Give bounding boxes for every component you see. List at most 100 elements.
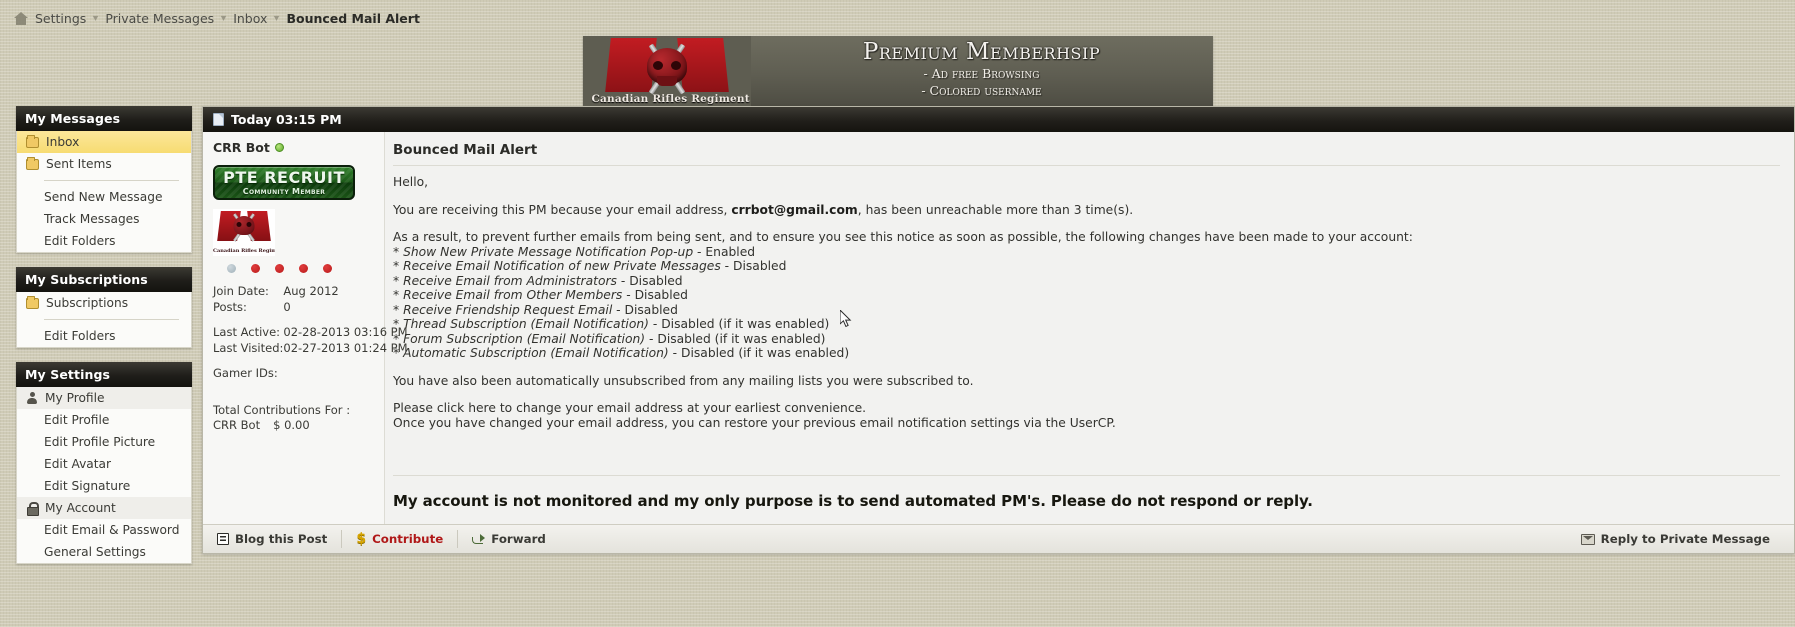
reputation-dot [227, 264, 236, 273]
para1-post: , has been unreachable more than 3 time(… [857, 202, 1134, 217]
sidebar-item-edit-profile-picture[interactable]: Edit Profile Picture [17, 431, 191, 453]
home-icon[interactable] [14, 11, 28, 25]
author-name-row: CRR Bot [213, 140, 374, 155]
message-body-area: CRR Bot PTE RECRUIT Community Member Can… [203, 132, 1794, 524]
contributions-amount: $ 0.00 [273, 418, 310, 432]
setting-item: * Receive Email from Other Members - Dis… [393, 288, 688, 302]
breadcrumb-separator: ▾ [274, 12, 280, 24]
sidebar-block-title: My Subscriptions [16, 267, 192, 292]
author-panel: CRR Bot PTE RECRUIT Community Member Can… [203, 132, 408, 524]
setting-item: * Thread Subscription (Email Notificatio… [393, 317, 830, 331]
setting-name: Thread Subscription (Email Notification) [403, 317, 649, 331]
sidebar-item-label: Edit Profile Picture [44, 435, 156, 449]
stat-row: Last Visited: 02-27-2013 01:24 PM [213, 340, 408, 356]
setting-name: Receive Email from Administrators [403, 273, 617, 288]
sidebar-block-title: My Settings [16, 362, 192, 387]
divider [44, 180, 179, 181]
reputation-dot [251, 264, 260, 273]
rank-badge: PTE RECRUIT Community Member [213, 165, 355, 200]
author-stats-table: Join Date: Aug 2012 Posts: 0 Last Active… [213, 283, 408, 381]
sidebar-item-label: Track Messages [44, 212, 140, 226]
sidebar-item-edit-signature[interactable]: Edit Signature [17, 475, 191, 497]
sidebar-item-edit-profile[interactable]: Edit Profile [17, 409, 191, 431]
setting-name: Receive Email Notification of new Privat… [403, 259, 721, 273]
stat-key: Last Visited: [213, 341, 284, 355]
premium-membership-banner[interactable]: Canadian Rifles Regiment Premium Memberh… [582, 36, 1213, 106]
banner-title: Premium Memberhsip [862, 39, 1101, 66]
sidebar: My Messages Inbox Sent Items Send New Me… [16, 106, 192, 578]
breadcrumb-item-private-messages[interactable]: Private Messages [105, 11, 214, 26]
blog-this-post-label: Blog this Post [235, 532, 328, 546]
sidebar-item-inbox[interactable]: Inbox [17, 131, 191, 153]
breadcrumb: Settings ▾ Private Messages ▾ Inbox ▾ Bo… [0, 0, 1795, 36]
reputation-dot [299, 264, 308, 273]
message-paragraph-1: You are receiving this PM because your e… [393, 203, 1780, 218]
sidebar-item-label: Edit Avatar [44, 457, 112, 471]
sidebar-item-label: Edit Signature [44, 479, 131, 493]
sidebar-item-edit-folders-messages[interactable]: Edit Folders [17, 230, 191, 252]
banner-logo-text: Canadian Rifles Regiment [591, 93, 750, 105]
sidebar-item-sent-items[interactable]: Sent Items [17, 153, 191, 175]
message-content: Today 03:15 PM CRR Bot PTE RECRUIT Commu… [202, 106, 1795, 554]
sidebar-item-label: My Account [45, 501, 116, 515]
stat-row: Posts: 0 [213, 299, 408, 315]
setting-item: * Receive Email from Administrators - Di… [393, 273, 683, 288]
banner-text-block: Premium Memberhsip - Ad free Browsing - … [751, 36, 1213, 106]
sidebar-block-title: My Messages [16, 106, 192, 131]
stat-key: Join Date: [213, 284, 269, 298]
setting-value: - Disabled (if it was enabled) [668, 346, 850, 360]
sidebar-item-label: General Settings [44, 545, 146, 559]
avatar[interactable]: Canadian Rifles Regiment [213, 209, 275, 256]
forward-button[interactable]: Forward [458, 530, 560, 548]
setting-value: - Disabled [720, 259, 787, 273]
sidebar-item-general-settings[interactable]: General Settings [17, 541, 191, 563]
contribute-label: Contribute [372, 532, 444, 546]
sidebar-item-edit-avatar[interactable]: Edit Avatar [17, 453, 191, 475]
sidebar-item-my-account[interactable]: My Account [17, 497, 191, 519]
sidebar-item-label: Send New Message [44, 190, 163, 204]
sidebar-item-track-messages[interactable]: Track Messages [17, 208, 191, 230]
message-signature: My account is not monitored and my only … [393, 492, 1313, 510]
message-paragraph-4: Please click here to change your email a… [393, 401, 1780, 430]
sidebar-item-my-profile[interactable]: My Profile [17, 387, 191, 409]
sidebar-item-send-new-message[interactable]: Send New Message [17, 186, 191, 208]
setting-item: * Automatic Subscription (Email Notifica… [393, 346, 850, 360]
banner-container: Canadian Rifles Regiment Premium Memberh… [0, 36, 1795, 106]
contribute-button[interactable]: $ Contribute [341, 530, 459, 548]
contributions-header: Total Contributions For : [213, 403, 351, 417]
setting-item: * Receive Friendship Request Email - Dis… [393, 302, 678, 317]
stat-row: Last Active: 02-28-2013 03:16 PM [213, 324, 408, 340]
reply-to-private-message-button[interactable]: Reply to Private Message [1577, 530, 1784, 548]
breadcrumb-item-settings[interactable]: Settings [35, 11, 86, 26]
setting-name: Receive Friendship Request Email [403, 302, 613, 317]
author-username[interactable]: CRR Bot [213, 140, 270, 155]
divider [44, 319, 179, 320]
stat-row: Gamer IDs: [213, 365, 408, 381]
sidebar-item-subscriptions[interactable]: Subscriptions [17, 292, 191, 314]
sidebar-item-edit-email-password[interactable]: Edit Email & Password [17, 519, 191, 541]
banner-benefit-2: - Colored username [921, 82, 1042, 98]
message-greeting: Hello, [393, 175, 429, 189]
para4-line2: Once you have changed your email address… [393, 415, 1116, 430]
sidebar-item-edit-folders-subscriptions[interactable]: Edit Folders [17, 325, 191, 347]
blog-icon [217, 533, 229, 545]
stat-row: Join Date: Aug 2012 [213, 283, 408, 299]
forward-label: Forward [491, 532, 546, 546]
message-column: Bounced Mail Alert Hello, You are receiv… [385, 132, 1794, 524]
contributions-name: CRR Bot [213, 418, 261, 432]
breadcrumb-item-inbox[interactable]: Inbox [233, 11, 267, 26]
setting-value: - Disabled [622, 288, 688, 302]
banner-logo: Canadian Rifles Regiment [582, 36, 751, 106]
para4-line1: Please click here to change your email a… [393, 401, 867, 415]
breadcrumb-separator: ▾ [93, 12, 99, 24]
avatar-caption: Canadian Rifles Regiment [213, 248, 275, 254]
setting-name: Forum Subscription (Email Notification) [403, 331, 646, 346]
stat-key: Gamer IDs: [213, 366, 278, 380]
sidebar-item-label: Edit Folders [44, 329, 116, 343]
private-message-panel: Today 03:15 PM CRR Bot PTE RECRUIT Commu… [202, 106, 1795, 554]
blog-this-post-button[interactable]: Blog this Post [213, 530, 341, 548]
message-paragraph-3: You have also been automatically unsubsc… [393, 373, 974, 388]
breadcrumb-item-current: Bounced Mail Alert [286, 10, 420, 26]
message-icon [213, 113, 224, 126]
